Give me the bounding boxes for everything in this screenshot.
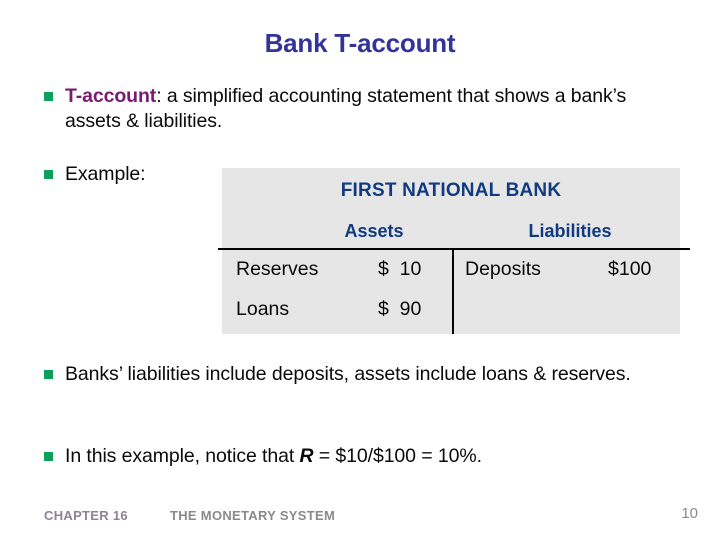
reserve-ratio-variable: R [299, 445, 314, 467]
bullet-item-liabilities-text: Banks’ liabilities include deposits, ass… [65, 363, 631, 385]
slide: Bank T-account T-account: a simplified a… [0, 0, 720, 540]
bullet-item-liabilities: Banks’ liabilities include deposits, ass… [44, 362, 644, 387]
t-account-cell-loans-value: $ 90 [378, 298, 422, 320]
t-account-vertical-rule [452, 250, 454, 334]
t-account-horizontal-rule [218, 248, 690, 250]
t-account-bank-name: FIRST NATIONAL BANK [340, 180, 562, 201]
bullet-item-t-account: T-account: a simplified accounting state… [44, 84, 644, 135]
bullet-square-icon [44, 170, 53, 179]
page-title: Bank T-account [264, 28, 456, 58]
bullet-square-icon [44, 452, 53, 461]
t-account-cell-deposits-value: $100 [608, 258, 652, 280]
bullet-item-t-account-text: T-account: a simplified accounting state… [65, 84, 644, 135]
t-account-cell-loans-label: Loans [236, 298, 290, 320]
footer-page-number: 10 [681, 505, 698, 522]
footer-topic-label: THE MONETARY SYSTEM [170, 508, 336, 523]
bullet-item-example: Example: [44, 162, 234, 187]
bullet-item-reserve-ratio: In this example, notice that R = $10/$10… [44, 444, 704, 469]
bullet-item-example-text: Example: [65, 163, 146, 185]
bullet-square-icon [44, 370, 53, 379]
reserve-ratio-prefix: In this example, notice that [65, 445, 300, 467]
t-account-cell-reserves-value: $ 10 [378, 258, 422, 280]
t-account-cell-reserves-label: Reserves [236, 258, 319, 280]
t-account-assets-header: Assets [344, 221, 404, 241]
t-account-cell-deposits-label: Deposits [465, 258, 541, 280]
keyword-t-account: T-account [65, 85, 157, 107]
bullet-item-reserve-ratio-text: In this example, notice that R = $10/$10… [65, 444, 482, 469]
footer-chapter-label: CHAPTER 16 [44, 508, 128, 523]
bullet-square-icon [44, 92, 53, 101]
t-account-table: FIRST NATIONAL BANK Assets Liabilities [222, 168, 680, 334]
reserve-ratio-suffix: = $10/$100 = 10%. [313, 445, 482, 467]
t-account-liabilities-header: Liabilities [528, 221, 612, 241]
